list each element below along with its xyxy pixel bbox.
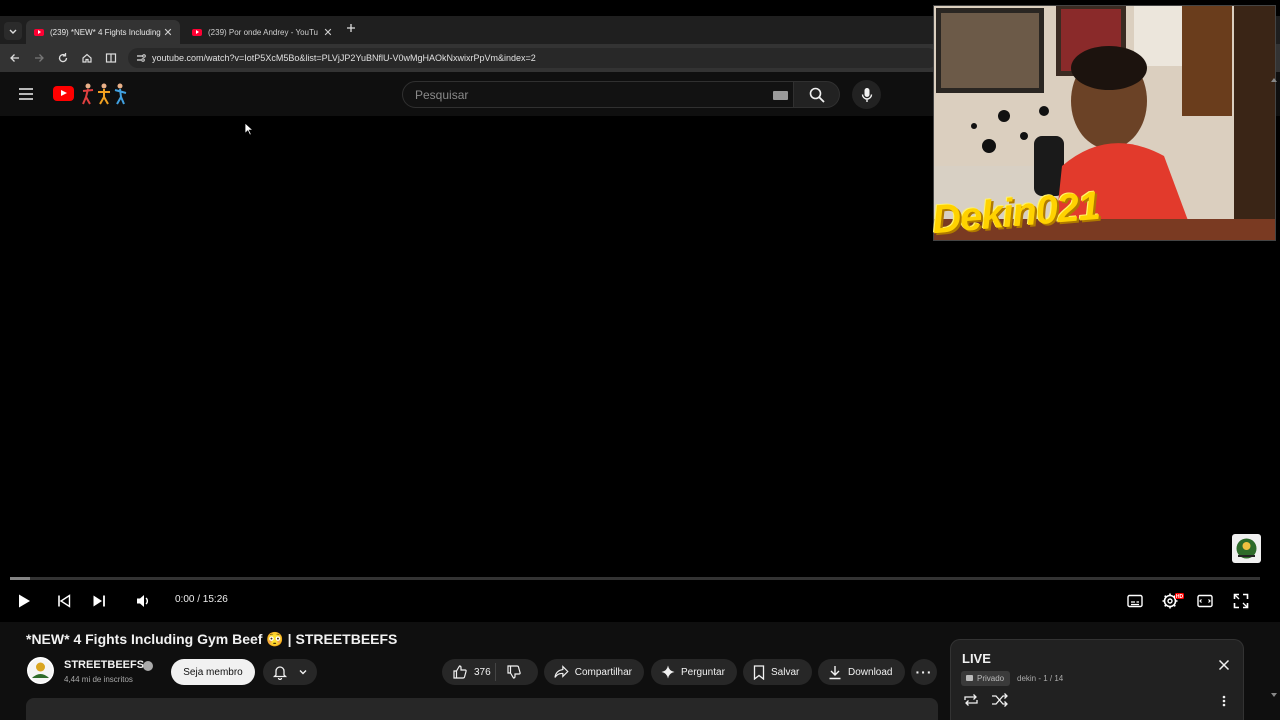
privacy-label: Privado bbox=[977, 674, 1005, 683]
like-dislike-group: 376 bbox=[442, 659, 538, 685]
video-title: *NEW* 4 Fights Including Gym Beef 😳 | ST… bbox=[26, 631, 398, 647]
youtube-logo-icon[interactable] bbox=[53, 86, 74, 101]
hamburger-menu-icon[interactable] bbox=[18, 87, 34, 101]
url-text: youtube.com/watch?v=IotP5XcM5Bo&list=PLV… bbox=[152, 53, 536, 63]
signature-text: Dekin021 bbox=[930, 183, 1102, 243]
play-icon[interactable] bbox=[16, 593, 32, 609]
save-button[interactable]: Salvar bbox=[743, 659, 812, 685]
theater-mode-icon[interactable] bbox=[1197, 593, 1213, 609]
chevron-down-icon bbox=[9, 29, 17, 34]
youtube-favicon-icon bbox=[34, 28, 44, 36]
tab-inactive[interactable]: (239) Por onde Andrey - YouTu ✕ bbox=[184, 20, 340, 44]
streamer-signature: Dekin021 bbox=[930, 184, 1123, 260]
reload-icon[interactable] bbox=[57, 52, 69, 64]
join-button[interactable]: Seja membro bbox=[171, 659, 255, 685]
time-display: 0:00 / 15:26 bbox=[175, 594, 228, 605]
ask-label: Perguntar bbox=[681, 666, 725, 678]
subscription-bell-button[interactable] bbox=[263, 659, 317, 685]
download-button[interactable]: Download bbox=[818, 659, 905, 685]
scroll-up-icon[interactable] bbox=[1271, 78, 1277, 82]
channel-watermark-icon[interactable] bbox=[1232, 534, 1261, 563]
playlist-meta: dekin - 1 / 14 bbox=[1017, 674, 1064, 683]
tab-title: (239) Por onde Andrey - YouTu bbox=[208, 27, 318, 37]
bell-icon bbox=[273, 666, 288, 680]
buffered-bar bbox=[10, 577, 30, 580]
like-divider bbox=[494, 663, 496, 681]
kebab-menu-icon[interactable] bbox=[1222, 695, 1226, 707]
loop-icon[interactable] bbox=[962, 693, 980, 707]
search-button[interactable] bbox=[794, 81, 840, 108]
ask-button[interactable]: Perguntar bbox=[651, 659, 737, 685]
fullscreen-icon[interactable] bbox=[1233, 593, 1249, 609]
plus-icon bbox=[347, 24, 355, 32]
share-icon bbox=[554, 665, 569, 678]
voice-search-button[interactable] bbox=[852, 80, 881, 109]
subscriber-count: 4,44 mi de inscritos bbox=[64, 675, 133, 684]
download-label: Download bbox=[848, 666, 893, 678]
next-icon[interactable] bbox=[92, 594, 106, 608]
thumbs-up-icon bbox=[453, 665, 467, 679]
like-count: 376 bbox=[474, 666, 491, 678]
verified-icon bbox=[143, 661, 153, 671]
volume-icon[interactable] bbox=[135, 593, 151, 609]
more-actions-button[interactable]: ··· bbox=[911, 659, 937, 685]
playlist-title[interactable]: LIVE bbox=[962, 651, 991, 666]
privacy-badge: Privado bbox=[961, 671, 1011, 686]
tab-close-icon[interactable]: ✕ bbox=[322, 26, 334, 39]
channel-logo-icon bbox=[28, 658, 53, 683]
chevron-down-icon bbox=[299, 670, 307, 675]
previous-icon[interactable] bbox=[57, 594, 71, 608]
hd-badge: HD bbox=[1176, 594, 1184, 600]
tab-search-button[interactable] bbox=[4, 22, 22, 40]
youtube-favicon-icon bbox=[192, 28, 202, 36]
download-icon bbox=[829, 665, 841, 679]
save-label: Salvar bbox=[771, 666, 800, 678]
search-box[interactable] bbox=[402, 81, 794, 108]
watermark-art-icon bbox=[1236, 538, 1257, 559]
site-info-icon[interactable] bbox=[136, 53, 146, 63]
shuffle-icon[interactable] bbox=[991, 693, 1009, 707]
lock-icon bbox=[966, 675, 973, 681]
microphone-icon bbox=[861, 87, 872, 102]
tab-active[interactable]: (239) *NEW* 4 Fights Including ✕ bbox=[26, 20, 180, 44]
url-field[interactable]: youtube.com/watch?v=IotP5XcM5Bo&list=PLV… bbox=[128, 48, 938, 68]
playlist-panel: LIVE Privado dekin - 1 / 14 bbox=[950, 639, 1244, 720]
home-icon[interactable] bbox=[81, 52, 93, 64]
tab-title: (239) *NEW* 4 Fights Including bbox=[50, 27, 161, 37]
forward-icon[interactable] bbox=[33, 52, 45, 64]
settings-icon[interactable]: HD bbox=[1162, 592, 1184, 610]
split-view-icon[interactable] bbox=[105, 52, 117, 64]
thumbs-down-icon[interactable] bbox=[506, 664, 522, 680]
new-tab-button[interactable] bbox=[346, 23, 356, 33]
close-icon[interactable] bbox=[1218, 659, 1230, 671]
channel-avatar[interactable] bbox=[27, 657, 54, 684]
progress-bar[interactable] bbox=[10, 577, 1260, 580]
dancers-doodle-icon[interactable] bbox=[80, 82, 128, 106]
search-icon bbox=[809, 87, 825, 103]
scroll-down-icon[interactable] bbox=[1271, 693, 1277, 697]
tab-close-icon[interactable]: ✕ bbox=[162, 26, 174, 39]
back-icon[interactable] bbox=[9, 52, 21, 64]
share-button[interactable]: Compartilhar bbox=[544, 659, 644, 685]
keyboard-icon[interactable] bbox=[773, 91, 788, 100]
search-input[interactable] bbox=[413, 86, 753, 104]
description-box[interactable] bbox=[26, 698, 938, 720]
sparkle-icon bbox=[661, 665, 675, 679]
subtitles-icon[interactable] bbox=[1127, 593, 1143, 609]
channel-name[interactable]: STREETBEEFS bbox=[64, 659, 144, 671]
like-button[interactable]: 376 bbox=[442, 664, 491, 680]
bookmark-icon bbox=[753, 664, 765, 680]
share-label: Compartilhar bbox=[574, 666, 632, 678]
mouse-cursor-icon bbox=[244, 122, 254, 136]
